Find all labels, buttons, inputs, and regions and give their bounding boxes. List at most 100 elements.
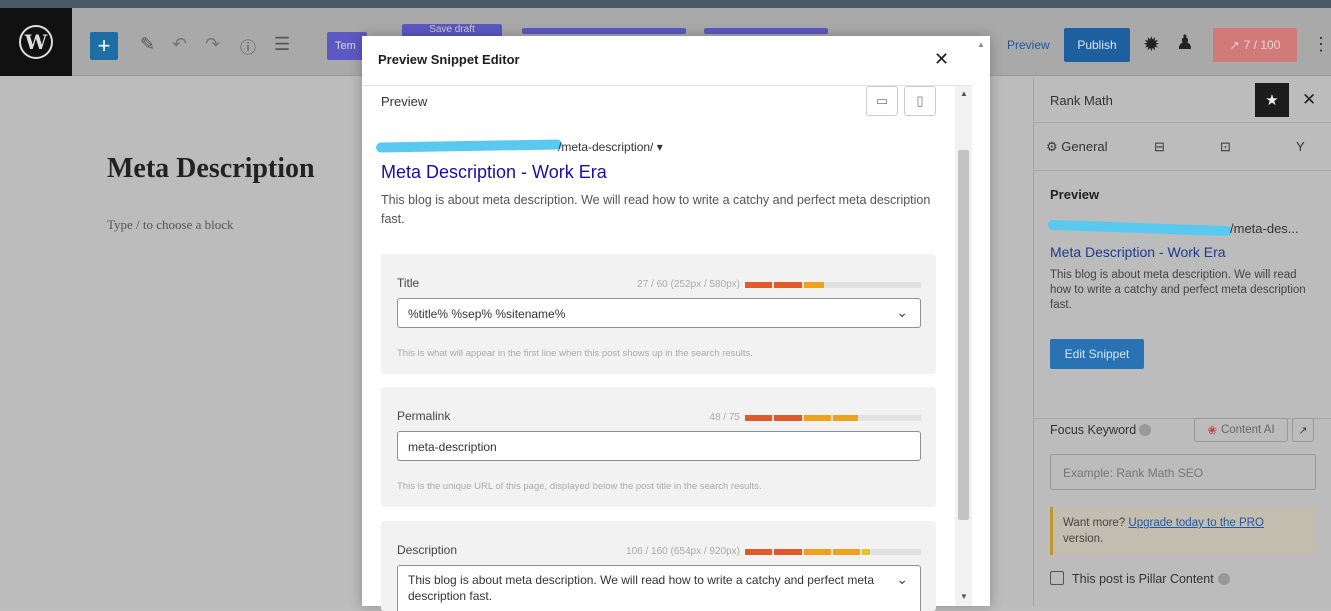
star-icon[interactable]: ★ bbox=[1255, 83, 1289, 117]
scroll-up-arrow-icon[interactable]: ▲ bbox=[960, 89, 968, 98]
toolbar-ghost-button bbox=[522, 28, 686, 34]
modal-preview-label: Preview bbox=[381, 94, 428, 109]
upgrade-link[interactable]: Upgrade today to the PRO bbox=[1128, 517, 1264, 529]
title-field-panel: Title 27 / 60 (252px / 580px) %title% %s… bbox=[381, 254, 936, 374]
snippet-title: Meta Description - Work Era bbox=[381, 162, 607, 182]
meter-segment bbox=[774, 415, 802, 421]
content-ai-icon: ❀ bbox=[1207, 425, 1217, 437]
meter-segment bbox=[774, 549, 802, 555]
permalink-input[interactable]: meta-description bbox=[397, 431, 921, 461]
info-icon[interactable]: ⓘ bbox=[240, 34, 256, 58]
trend-icon: ↗ bbox=[1229, 38, 1240, 52]
chevron-down-icon[interactable]: ⌄ bbox=[896, 571, 908, 587]
tab-general-label: General bbox=[1061, 139, 1108, 154]
toolbar-ghost-button bbox=[704, 28, 828, 34]
description-length-counter: 106 / 160 (654px / 920px) bbox=[626, 546, 740, 557]
publish-button[interactable]: Publish bbox=[1064, 28, 1130, 62]
trends-icon[interactable]: ↗ bbox=[1292, 418, 1314, 442]
sidebar-preview-url: /meta-des... bbox=[1230, 221, 1299, 236]
meter-segment bbox=[833, 415, 858, 421]
sidebar-title: Rank Math bbox=[1050, 93, 1113, 108]
post-title[interactable]: Meta Description bbox=[107, 153, 315, 185]
modal-header: Preview Snippet Editor ✕ bbox=[362, 36, 972, 86]
template-button[interactable]: Tem bbox=[327, 32, 367, 60]
tab-advanced[interactable]: ⊟ bbox=[1154, 139, 1165, 155]
title-field-label: Title bbox=[397, 276, 420, 290]
seo-score-badge[interactable]: ↗ 7 / 100 bbox=[1213, 28, 1297, 62]
help-icon[interactable] bbox=[1139, 424, 1152, 436]
modal-scrollbar[interactable]: ▲ ▼ bbox=[955, 86, 972, 606]
briefcase-icon: ⊟ bbox=[1154, 139, 1165, 154]
sidebar-preview-heading: Preview bbox=[1050, 187, 1100, 202]
redo-icon[interactable]: ↷ bbox=[205, 34, 220, 55]
sidebar-header: Rank Math ★ ✕ bbox=[1034, 77, 1331, 123]
modal-title: Preview Snippet Editor bbox=[378, 52, 520, 67]
checkbox-box[interactable] bbox=[1050, 571, 1064, 585]
preview-snippet-editor-modal: Preview Snippet Editor ✕ Preview ▭ ▯ /me… bbox=[362, 36, 990, 611]
chevron-down-icon[interactable]: ⌄ bbox=[896, 304, 908, 321]
permalink-field-panel: Permalink 48 / 75 meta-description This … bbox=[381, 387, 936, 507]
preview-button[interactable]: Preview bbox=[1007, 38, 1050, 52]
edit-snippet-button[interactable]: Edit Snippet bbox=[1050, 339, 1144, 369]
sidebar-preview-section: Preview /meta-des... Meta Description - … bbox=[1034, 171, 1331, 419]
more-options-icon[interactable]: ⋮ bbox=[1312, 34, 1330, 55]
help-icon[interactable] bbox=[1217, 573, 1230, 585]
meter-segment bbox=[745, 415, 773, 421]
pencil-icon[interactable]: ✎ bbox=[140, 34, 155, 55]
rank-math-sidebar: Rank Math ★ ✕ ⚙ General ⊟ ⊡ Y Preview /m… bbox=[1033, 77, 1331, 606]
tab-schema[interactable]: ⊡ bbox=[1220, 139, 1231, 155]
focus-keyword-input[interactable]: Example: Rank Math SEO bbox=[1050, 454, 1316, 490]
pillar-content-checkbox[interactable]: This post is Pillar Content bbox=[1050, 571, 1230, 586]
title-length-counter: 27 / 60 (252px / 580px) bbox=[637, 279, 740, 290]
blurred-url bbox=[1047, 219, 1233, 237]
seo-score-value: 7 / 100 bbox=[1243, 38, 1281, 52]
sidebar-preview-description: This blog is about meta description. We … bbox=[1050, 269, 1306, 311]
title-help-text: This is what will appear in the first li… bbox=[397, 348, 753, 359]
desktop-icon: ▭ bbox=[875, 93, 889, 108]
description-input-value: This blog is about meta description. We … bbox=[408, 573, 875, 603]
block-placeholder[interactable]: Type / to choose a block bbox=[107, 217, 234, 233]
sidebar-tabs: ⚙ General ⊟ ⊡ Y bbox=[1034, 123, 1331, 171]
meter-segment bbox=[745, 549, 773, 555]
settings-gear-icon[interactable]: ✹ bbox=[1143, 32, 1160, 57]
rank-math-icon[interactable]: ♟ bbox=[1176, 30, 1194, 55]
tab-general[interactable]: ⚙ General bbox=[1046, 139, 1108, 155]
description-length-meter bbox=[745, 549, 921, 555]
description-field-panel: Description 106 / 160 (654px / 920px) Th… bbox=[381, 521, 936, 611]
meter-segment bbox=[803, 549, 831, 555]
title-input[interactable]: %title% %sep% %sitename% ⌄ bbox=[397, 298, 921, 328]
content-ai-button[interactable]: ❀ Content AI bbox=[1194, 418, 1288, 442]
permalink-length-counter: 48 / 75 bbox=[709, 412, 740, 423]
outer-scrollbar[interactable]: ▲ bbox=[972, 36, 990, 606]
title-input-value: %title% %sep% %sitename% bbox=[408, 307, 566, 321]
description-field-label: Description bbox=[397, 543, 458, 557]
pillar-content-label: This post is Pillar Content bbox=[1072, 572, 1214, 586]
desktop-preview-button[interactable]: ▭ bbox=[866, 86, 898, 116]
content-ai-label: Content AI bbox=[1220, 424, 1275, 436]
permalink-length-meter bbox=[745, 415, 921, 421]
scroll-up-arrow-icon[interactable]: ▲ bbox=[977, 40, 985, 49]
list-view-icon[interactable]: ☰ bbox=[274, 34, 290, 55]
mobile-icon: ▯ bbox=[916, 93, 924, 108]
permalink-field-label: Permalink bbox=[397, 409, 451, 423]
focus-keyword-text: Focus Keyword bbox=[1050, 423, 1137, 437]
permalink-input-value: meta-description bbox=[408, 440, 497, 454]
permalink-help-text: This is the unique URL of this page, dis… bbox=[397, 481, 762, 492]
tab-social[interactable]: Y bbox=[1296, 139, 1305, 154]
meter-segment bbox=[803, 415, 831, 421]
meter-segment bbox=[862, 549, 870, 555]
mobile-preview-button[interactable]: ▯ bbox=[904, 86, 936, 116]
close-icon[interactable]: ✕ bbox=[934, 49, 949, 70]
blurred-url bbox=[375, 139, 563, 153]
close-icon[interactable]: ✕ bbox=[1302, 90, 1316, 110]
description-textarea[interactable]: This blog is about meta description. We … bbox=[397, 565, 921, 611]
meter-segment bbox=[833, 549, 861, 555]
scroll-down-arrow-icon[interactable]: ▼ bbox=[960, 592, 968, 601]
wordpress-icon: W bbox=[19, 25, 53, 59]
scrollbar-thumb[interactable] bbox=[958, 150, 969, 520]
undo-icon[interactable]: ↶ bbox=[172, 34, 187, 55]
add-block-button[interactable]: + bbox=[90, 32, 118, 60]
snippet-url: /meta-description/ ▾ bbox=[558, 140, 663, 154]
wordpress-logo[interactable]: W bbox=[0, 8, 72, 76]
gear-icon: ⚙ bbox=[1046, 139, 1058, 154]
